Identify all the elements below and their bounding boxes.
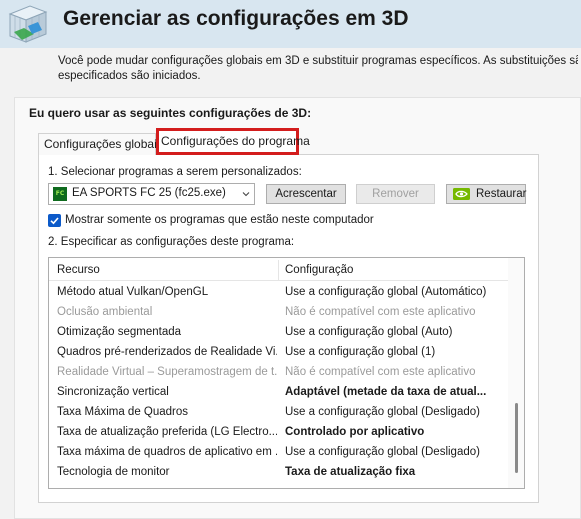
program-select-value: EA SPORTS FC 25 (fc25.exe) [72,187,226,199]
checkmark-icon [50,217,59,225]
column-header-feature[interactable]: Recurso [57,264,100,276]
row-setting: Não é compatível com este aplicativo [285,366,476,378]
row-feature: Realidade Virtual – Superamostragem de t… [57,366,277,378]
tab-program-settings[interactable]: Configurações do programa [156,128,310,155]
table-row[interactable]: Realidade Virtual – Superamostragem de t… [49,363,508,383]
column-header-setting[interactable]: Configuração [285,264,353,276]
description-line-1: Você pode mudar configurações globais em… [58,55,578,67]
row-setting[interactable]: Use a configuração global (Auto) [285,326,503,338]
scrollbar-thumb[interactable] [515,403,518,473]
row-feature: Oclusão ambiental [57,306,153,318]
row-feature: Otimização segmentada [57,326,182,338]
row-setting[interactable]: Taxa de atualização fixa [285,466,503,478]
row-setting[interactable]: Use a configuração global (1) [285,346,503,358]
nvidia-logo-icon [453,188,470,200]
step2-label: 2. Especificar as configurações deste pr… [48,236,295,248]
ea-sports-fc-game-icon: FC [53,187,67,201]
row-setting[interactable]: Adaptável (metade da taxa de atual... [285,386,503,398]
restore-button[interactable]: Restaurar [446,184,527,204]
section-label: Eu quero usar as seguintes configurações… [29,106,312,120]
row-feature: Tecnologia de monitor [57,466,170,478]
settings-list[interactable]: Recurso Configuração Método atual Vulkan… [48,257,525,489]
list-header: Recurso Configuração [49,258,508,281]
table-row[interactable]: Sincronização vertical Adaptável (metade… [49,383,508,403]
row-feature: Taxa de atualização preferida (LG Electr… [57,426,277,438]
step1-label: 1. Selecionar programas a serem personal… [48,166,302,178]
add-button[interactable]: Acrescentar [266,184,346,204]
row-feature: Método atual Vulkan/OpenGL [57,286,209,298]
table-row[interactable]: Taxa de atualização preferida (LG Electr… [49,423,508,443]
row-setting[interactable]: Use a configuração global (Desligado) [285,446,503,458]
row-feature: Sincronização vertical [57,386,169,398]
page-title: Gerenciar as configurações em 3D [63,7,409,30]
row-setting: Não é compatível com este aplicativo [285,306,476,318]
restore-button-label: Restaurar [476,188,527,200]
row-setting[interactable]: Controlado por aplicativo [285,426,503,438]
row-feature: Quadros pré-renderizados de Realidade Vi… [57,346,277,358]
column-divider[interactable] [278,260,279,280]
row-feature: Taxa máxima de quadros de aplicativo em … [57,446,277,458]
page-header: Gerenciar as configurações em 3D [0,0,581,48]
show-only-installed-label: Mostrar somente os programas que estão n… [65,214,374,226]
table-row[interactable]: Quadros pré-renderizados de Realidade Vi… [49,343,508,363]
list-scrollbar[interactable] [508,258,524,488]
table-row[interactable]: Tecnologia de monitor Taxa de atualizaçã… [49,463,508,483]
tab-global-settings[interactable]: Configurações globais [38,133,163,155]
description-line-2: especificados são iniciados. [58,70,201,82]
table-row[interactable]: Oclusão ambiental Não é compatível com e… [49,303,508,323]
row-setting[interactable]: Use a configuração global (Automático) [285,286,503,298]
program-select[interactable]: FC EA SPORTS FC 25 (fc25.exe) [48,183,255,205]
table-row[interactable]: Método atual Vulkan/OpenGL Use a configu… [49,283,508,303]
row-setting[interactable]: Use a configuração global (Desligado) [285,406,503,418]
page-description: Você pode mudar configurações globais em… [58,54,578,84]
checkbox-checked[interactable] [48,214,61,227]
table-row[interactable]: Otimização segmentada Use a configuração… [49,323,508,343]
nvidia-3d-cube-icon [8,5,48,43]
table-row[interactable]: Taxa máxima de quadros de aplicativo em … [49,443,508,463]
chevron-down-icon [242,192,250,197]
row-feature: Taxa Máxima de Quadros [57,406,189,418]
remove-button[interactable]: Remover [356,184,435,204]
table-row[interactable]: Taxa Máxima de Quadros Use a configuraçã… [49,403,508,423]
